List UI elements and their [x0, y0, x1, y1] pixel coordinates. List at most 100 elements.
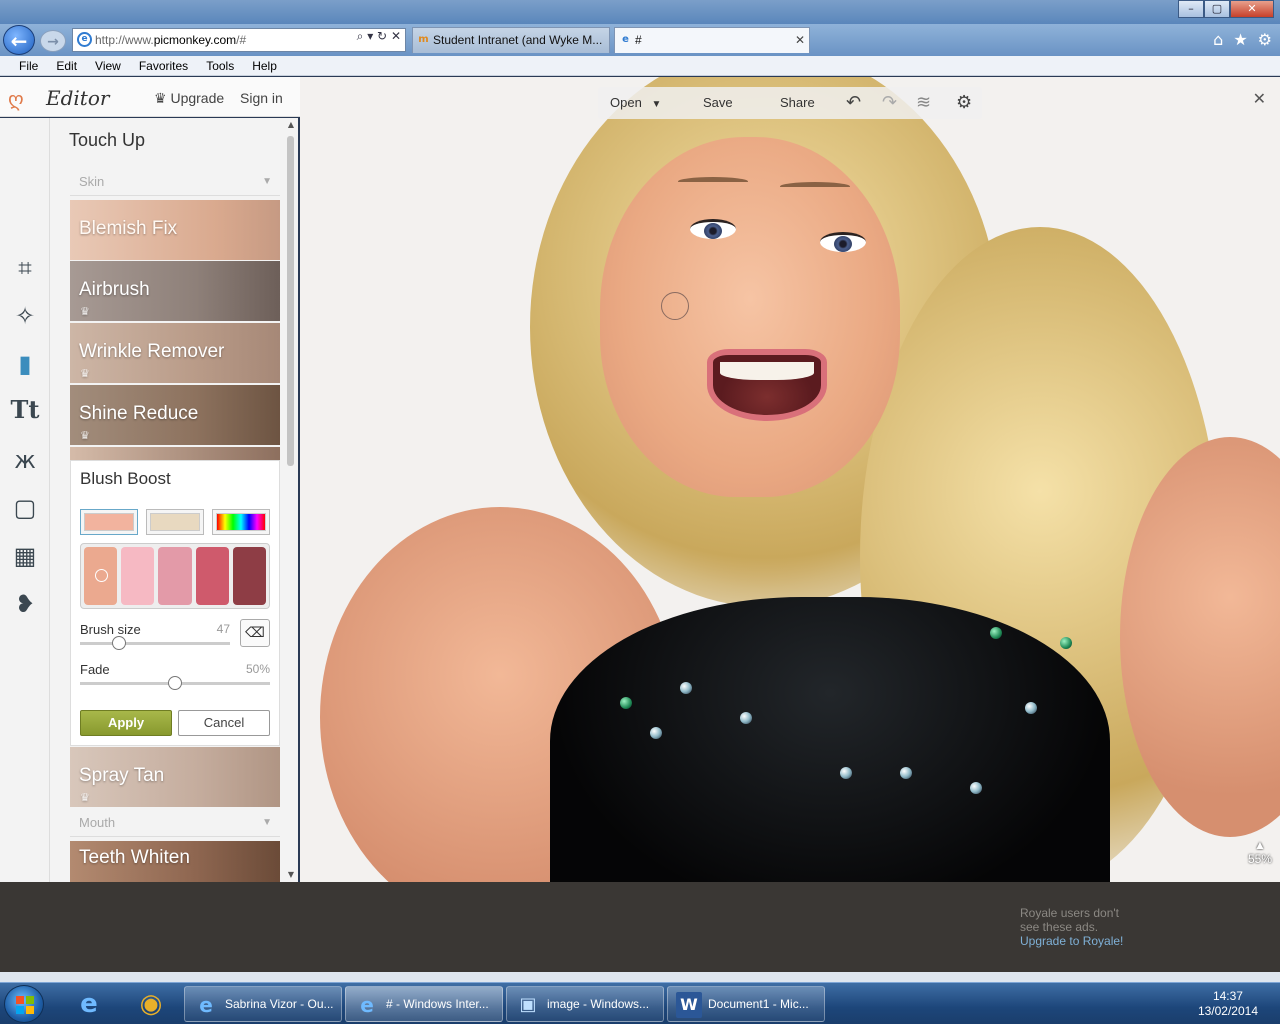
effect-teeth-whiten[interactable]: Teeth Whiten [70, 841, 280, 882]
palette-color-5[interactable] [232, 547, 267, 605]
menu-help[interactable]: Help [243, 59, 286, 73]
task-outlook[interactable]: e Sabrina Vizor - Ou... [184, 986, 342, 1022]
photo-sequin [620, 697, 632, 709]
home-icon[interactable]: ⌂ [1213, 30, 1223, 49]
fade-slider-handle[interactable] [168, 676, 182, 690]
lipstick-icon[interactable]: ▮ [8, 347, 42, 381]
palette-color-4[interactable] [195, 547, 229, 605]
menu-favorites[interactable]: Favorites [130, 59, 197, 73]
ad-line-2: see these ads. [1020, 920, 1099, 934]
stop-icon[interactable]: ✕ [391, 29, 401, 43]
apply-button[interactable]: Apply [80, 710, 172, 736]
close-window-button[interactable]: ✕ [1230, 0, 1274, 18]
touch-up-panel: Touch Up Skin ▼ Blemish Fix Airbrush ♛ Wr… [50, 118, 298, 882]
fade-label: Fade [80, 662, 110, 677]
tab-picmonkey[interactable]: e # ✕ [614, 27, 810, 53]
effect-label: Airbrush [79, 279, 150, 300]
palette-color-2[interactable] [121, 547, 155, 605]
effect-wrinkle-remover[interactable]: Wrinkle Remover ♛ [70, 323, 280, 383]
search-icon[interactable]: ⌕ [357, 29, 364, 43]
cancel-button[interactable]: Cancel [178, 710, 270, 736]
scroll-down-icon[interactable]: ▼ [286, 870, 296, 880]
clock-date: 13/02/2014 [1197, 1004, 1258, 1018]
open-button[interactable]: Open ▼ [610, 95, 661, 110]
heart-arrow-icon[interactable]: ❥ [8, 587, 42, 621]
category-mouth[interactable]: Mouth ▼ [70, 809, 280, 837]
task-word[interactable]: W Document1 - Mic... [667, 986, 825, 1022]
crop-icon[interactable]: ⌗ [8, 251, 42, 285]
zoom-control[interactable]: ▲ 55% [1248, 838, 1272, 866]
scroll-thumb[interactable] [287, 136, 294, 466]
chevron-down-icon: ▼ [262, 176, 272, 187]
chevron-down-icon: ▼ [262, 817, 272, 828]
share-button[interactable]: Share [780, 95, 815, 110]
blush-title: Blush Boost [80, 469, 171, 488]
address-prefix: http://www. [95, 33, 154, 47]
upgrade-link[interactable]: ♛ Upgrade [154, 90, 224, 107]
window-titlebar: – ▢ ✕ [0, 0, 1280, 24]
effect-blush-boost-thumb[interactable] [70, 447, 280, 461]
panel-scrollbar[interactable]: ▲ ▼ [284, 118, 298, 882]
close-tab-icon[interactable]: ✕ [795, 28, 805, 52]
start-button[interactable] [4, 985, 44, 1023]
swatch-tab-peach[interactable] [80, 509, 138, 535]
favorites-star-icon[interactable]: ★ [1233, 30, 1247, 49]
minimize-button[interactable]: – [1178, 0, 1204, 18]
chrome-taskbar-icon[interactable]: ◉ [124, 987, 178, 1021]
maximize-button[interactable]: ▢ [1204, 0, 1230, 18]
menu-view[interactable]: View [86, 59, 130, 73]
gear-icon[interactable]: ⚙ [1258, 30, 1272, 49]
frame-icon[interactable]: ▢ [8, 491, 42, 525]
swatch-color [216, 513, 266, 531]
effect-shine-reduce[interactable]: Shine Reduce ♛ [70, 385, 280, 445]
magic-wand-icon[interactable]: ✧ [8, 299, 42, 333]
photo-canvas[interactable]: Open ▼ Save Share ↶ ↷ ≋ ⚙ ✕ ▲ 55% [300, 77, 1280, 882]
palette-color-3[interactable] [158, 547, 192, 605]
butterfly-icon[interactable]: ж [8, 443, 42, 477]
swatch-tab-rainbow[interactable] [212, 509, 270, 535]
palette-color-1[interactable] [84, 547, 118, 605]
photo-sequin [990, 627, 1002, 639]
effect-spray-tan[interactable]: Spray Tan ♛ [70, 747, 280, 807]
menu-file[interactable]: File [10, 59, 47, 73]
photo-sequin [970, 782, 982, 794]
task-image-viewer[interactable]: ▣ image - Windows... [506, 986, 664, 1022]
undo-icon[interactable]: ↶ [846, 92, 861, 113]
ie-icon: e [199, 993, 213, 1017]
gear-icon[interactable]: ⚙ [956, 92, 972, 113]
task-internet-explorer[interactable]: e # - Windows Inter... [345, 986, 503, 1022]
signin-link[interactable]: Sign in [240, 90, 283, 106]
crown-icon: ♛ [154, 90, 167, 106]
menu-edit[interactable]: Edit [47, 59, 86, 73]
photo-brow-right [780, 182, 850, 191]
category-skin[interactable]: Skin ▼ [70, 168, 280, 196]
effect-airbrush[interactable]: Airbrush ♛ [70, 261, 280, 321]
address-domain: picmonkey.com [153, 33, 237, 47]
scroll-up-icon[interactable]: ▲ [286, 120, 296, 130]
swatch-tab-beige[interactable] [146, 509, 204, 535]
moodle-icon: m [418, 34, 429, 45]
monkey-logo-icon[interactable]: ღ [8, 87, 24, 111]
system-clock[interactable]: 14:37 13/02/2014 [1198, 989, 1258, 1019]
redo-icon[interactable]: ↷ [882, 92, 897, 113]
save-button[interactable]: Save [703, 95, 733, 110]
tab-student-intranet[interactable]: m Student Intranet (and Wyke M... [412, 27, 610, 53]
photo-sequin [1060, 637, 1072, 649]
photo-teeth [720, 362, 814, 380]
menu-tools[interactable]: Tools [197, 59, 243, 73]
forward-button[interactable]: → [40, 30, 66, 52]
dropdown-icon[interactable]: ▾ [367, 29, 373, 43]
effect-blemish-fix[interactable]: Blemish Fix [70, 200, 280, 260]
refresh-icon[interactable]: ↻ [377, 29, 387, 43]
eraser-button[interactable]: ⌫ [240, 619, 270, 647]
address-bar[interactable]: e http://www.picmonkey.com/# ⌕ ▾ ↻ ✕ [72, 28, 406, 52]
layers-icon[interactable]: ≋ [916, 92, 931, 113]
brush-size-slider-handle[interactable] [112, 636, 126, 650]
back-button[interactable]: ← [3, 25, 35, 55]
brush-size-track[interactable] [80, 642, 230, 645]
upgrade-royale-link[interactable]: Upgrade to Royale! [1020, 934, 1160, 948]
text-icon[interactable]: Tt [8, 395, 42, 429]
texture-icon[interactable]: ▦ [8, 539, 42, 573]
close-editor-icon[interactable]: ✕ [1253, 89, 1266, 108]
ie-taskbar-icon[interactable]: e [62, 987, 116, 1021]
